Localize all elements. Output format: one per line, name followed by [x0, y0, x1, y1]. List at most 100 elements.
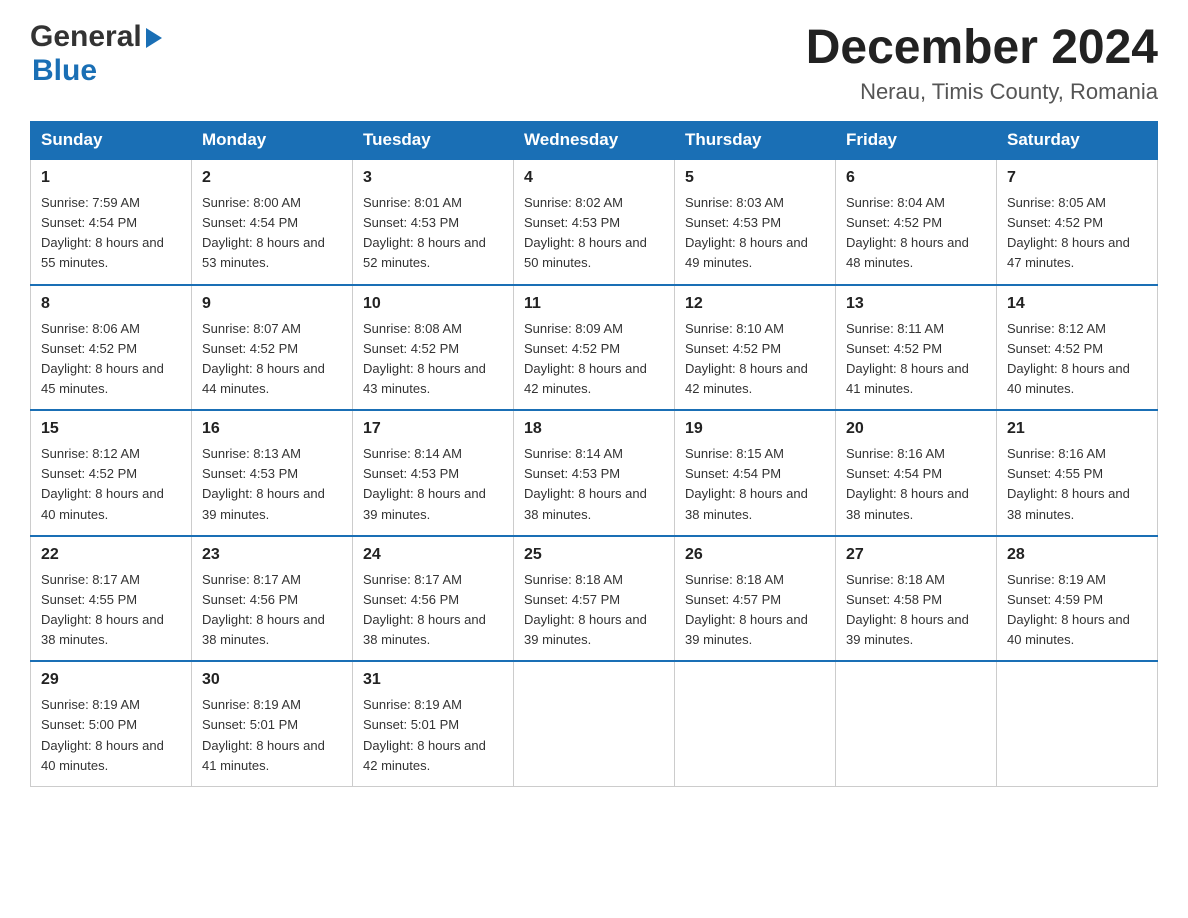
day-number: 11: [524, 292, 664, 316]
day-number: 19: [685, 417, 825, 441]
day-number: 16: [202, 417, 342, 441]
logo-blue-text: Blue: [32, 54, 97, 88]
logo-general-text: General: [30, 20, 142, 54]
day-number: 26: [685, 543, 825, 567]
day-info: Sunrise: 8:02 AMSunset: 4:53 PMDaylight:…: [524, 193, 664, 274]
calendar-cell: 14 Sunrise: 8:12 AMSunset: 4:52 PMDaylig…: [997, 285, 1158, 411]
day-number: 8: [41, 292, 181, 316]
day-info: Sunrise: 8:12 AMSunset: 4:52 PMDaylight:…: [1007, 319, 1147, 400]
calendar-table: SundayMondayTuesdayWednesdayThursdayFrid…: [30, 121, 1158, 787]
col-header-monday: Monday: [192, 122, 353, 160]
calendar-cell: 20 Sunrise: 8:16 AMSunset: 4:54 PMDaylig…: [836, 410, 997, 536]
day-number: 22: [41, 543, 181, 567]
day-number: 15: [41, 417, 181, 441]
day-info: Sunrise: 8:03 AMSunset: 4:53 PMDaylight:…: [685, 193, 825, 274]
day-number: 24: [363, 543, 503, 567]
day-info: Sunrise: 8:18 AMSunset: 4:57 PMDaylight:…: [524, 570, 664, 651]
day-info: Sunrise: 8:11 AMSunset: 4:52 PMDaylight:…: [846, 319, 986, 400]
calendar-week-row: 15 Sunrise: 8:12 AMSunset: 4:52 PMDaylig…: [31, 410, 1158, 536]
col-header-wednesday: Wednesday: [514, 122, 675, 160]
title-section: December 2024 Nerau, Timis County, Roman…: [806, 20, 1158, 105]
day-info: Sunrise: 8:00 AMSunset: 4:54 PMDaylight:…: [202, 193, 342, 274]
calendar-cell: 1 Sunrise: 7:59 AMSunset: 4:54 PMDayligh…: [31, 159, 192, 285]
day-info: Sunrise: 8:13 AMSunset: 4:53 PMDaylight:…: [202, 444, 342, 525]
day-info: Sunrise: 8:18 AMSunset: 4:58 PMDaylight:…: [846, 570, 986, 651]
day-info: Sunrise: 8:19 AMSunset: 5:01 PMDaylight:…: [363, 695, 503, 776]
day-info: Sunrise: 8:19 AMSunset: 4:59 PMDaylight:…: [1007, 570, 1147, 651]
calendar-cell: 3 Sunrise: 8:01 AMSunset: 4:53 PMDayligh…: [353, 159, 514, 285]
day-info: Sunrise: 8:09 AMSunset: 4:52 PMDaylight:…: [524, 319, 664, 400]
calendar-header-row: SundayMondayTuesdayWednesdayThursdayFrid…: [31, 122, 1158, 160]
calendar-cell: [997, 661, 1158, 786]
day-number: 14: [1007, 292, 1147, 316]
calendar-cell: 21 Sunrise: 8:16 AMSunset: 4:55 PMDaylig…: [997, 410, 1158, 536]
col-header-tuesday: Tuesday: [353, 122, 514, 160]
calendar-cell: 22 Sunrise: 8:17 AMSunset: 4:55 PMDaylig…: [31, 536, 192, 662]
calendar-cell: 5 Sunrise: 8:03 AMSunset: 4:53 PMDayligh…: [675, 159, 836, 285]
calendar-cell: 13 Sunrise: 8:11 AMSunset: 4:52 PMDaylig…: [836, 285, 997, 411]
calendar-cell: 16 Sunrise: 8:13 AMSunset: 4:53 PMDaylig…: [192, 410, 353, 536]
day-info: Sunrise: 8:19 AMSunset: 5:01 PMDaylight:…: [202, 695, 342, 776]
day-info: Sunrise: 7:59 AMSunset: 4:54 PMDaylight:…: [41, 193, 181, 274]
day-number: 7: [1007, 166, 1147, 190]
page-title: December 2024: [806, 20, 1158, 75]
day-number: 29: [41, 668, 181, 692]
logo: General Blue: [30, 20, 162, 88]
day-number: 25: [524, 543, 664, 567]
calendar-cell: 28 Sunrise: 8:19 AMSunset: 4:59 PMDaylig…: [997, 536, 1158, 662]
calendar-cell: 23 Sunrise: 8:17 AMSunset: 4:56 PMDaylig…: [192, 536, 353, 662]
calendar-cell: [675, 661, 836, 786]
day-info: Sunrise: 8:15 AMSunset: 4:54 PMDaylight:…: [685, 444, 825, 525]
day-info: Sunrise: 8:14 AMSunset: 4:53 PMDaylight:…: [524, 444, 664, 525]
day-info: Sunrise: 8:18 AMSunset: 4:57 PMDaylight:…: [685, 570, 825, 651]
day-number: 4: [524, 166, 664, 190]
calendar-cell: 2 Sunrise: 8:00 AMSunset: 4:54 PMDayligh…: [192, 159, 353, 285]
calendar-cell: 4 Sunrise: 8:02 AMSunset: 4:53 PMDayligh…: [514, 159, 675, 285]
day-number: 18: [524, 417, 664, 441]
calendar-cell: 18 Sunrise: 8:14 AMSunset: 4:53 PMDaylig…: [514, 410, 675, 536]
calendar-cell: 24 Sunrise: 8:17 AMSunset: 4:56 PMDaylig…: [353, 536, 514, 662]
day-number: 5: [685, 166, 825, 190]
day-number: 1: [41, 166, 181, 190]
calendar-cell: 29 Sunrise: 8:19 AMSunset: 5:00 PMDaylig…: [31, 661, 192, 786]
day-info: Sunrise: 8:04 AMSunset: 4:52 PMDaylight:…: [846, 193, 986, 274]
day-number: 2: [202, 166, 342, 190]
calendar-cell: 6 Sunrise: 8:04 AMSunset: 4:52 PMDayligh…: [836, 159, 997, 285]
calendar-cell: 10 Sunrise: 8:08 AMSunset: 4:52 PMDaylig…: [353, 285, 514, 411]
day-info: Sunrise: 8:16 AMSunset: 4:55 PMDaylight:…: [1007, 444, 1147, 525]
day-info: Sunrise: 8:16 AMSunset: 4:54 PMDaylight:…: [846, 444, 986, 525]
day-info: Sunrise: 8:17 AMSunset: 4:56 PMDaylight:…: [363, 570, 503, 651]
calendar-cell: 30 Sunrise: 8:19 AMSunset: 5:01 PMDaylig…: [192, 661, 353, 786]
col-header-thursday: Thursday: [675, 122, 836, 160]
calendar-week-row: 22 Sunrise: 8:17 AMSunset: 4:55 PMDaylig…: [31, 536, 1158, 662]
day-info: Sunrise: 8:01 AMSunset: 4:53 PMDaylight:…: [363, 193, 503, 274]
calendar-cell: 31 Sunrise: 8:19 AMSunset: 5:01 PMDaylig…: [353, 661, 514, 786]
day-number: 3: [363, 166, 503, 190]
calendar-cell: [836, 661, 997, 786]
day-number: 10: [363, 292, 503, 316]
calendar-cell: 11 Sunrise: 8:09 AMSunset: 4:52 PMDaylig…: [514, 285, 675, 411]
col-header-saturday: Saturday: [997, 122, 1158, 160]
day-number: 17: [363, 417, 503, 441]
day-number: 9: [202, 292, 342, 316]
day-info: Sunrise: 8:05 AMSunset: 4:52 PMDaylight:…: [1007, 193, 1147, 274]
calendar-week-row: 1 Sunrise: 7:59 AMSunset: 4:54 PMDayligh…: [31, 159, 1158, 285]
calendar-cell: 15 Sunrise: 8:12 AMSunset: 4:52 PMDaylig…: [31, 410, 192, 536]
calendar-cell: 17 Sunrise: 8:14 AMSunset: 4:53 PMDaylig…: [353, 410, 514, 536]
day-number: 30: [202, 668, 342, 692]
day-number: 28: [1007, 543, 1147, 567]
col-header-sunday: Sunday: [31, 122, 192, 160]
day-number: 21: [1007, 417, 1147, 441]
calendar-cell: 7 Sunrise: 8:05 AMSunset: 4:52 PMDayligh…: [997, 159, 1158, 285]
day-info: Sunrise: 8:08 AMSunset: 4:52 PMDaylight:…: [363, 319, 503, 400]
calendar-cell: 26 Sunrise: 8:18 AMSunset: 4:57 PMDaylig…: [675, 536, 836, 662]
day-info: Sunrise: 8:17 AMSunset: 4:55 PMDaylight:…: [41, 570, 181, 651]
calendar-week-row: 29 Sunrise: 8:19 AMSunset: 5:00 PMDaylig…: [31, 661, 1158, 786]
day-number: 13: [846, 292, 986, 316]
day-number: 23: [202, 543, 342, 567]
day-info: Sunrise: 8:17 AMSunset: 4:56 PMDaylight:…: [202, 570, 342, 651]
day-info: Sunrise: 8:06 AMSunset: 4:52 PMDaylight:…: [41, 319, 181, 400]
day-info: Sunrise: 8:12 AMSunset: 4:52 PMDaylight:…: [41, 444, 181, 525]
col-header-friday: Friday: [836, 122, 997, 160]
calendar-cell: 8 Sunrise: 8:06 AMSunset: 4:52 PMDayligh…: [31, 285, 192, 411]
